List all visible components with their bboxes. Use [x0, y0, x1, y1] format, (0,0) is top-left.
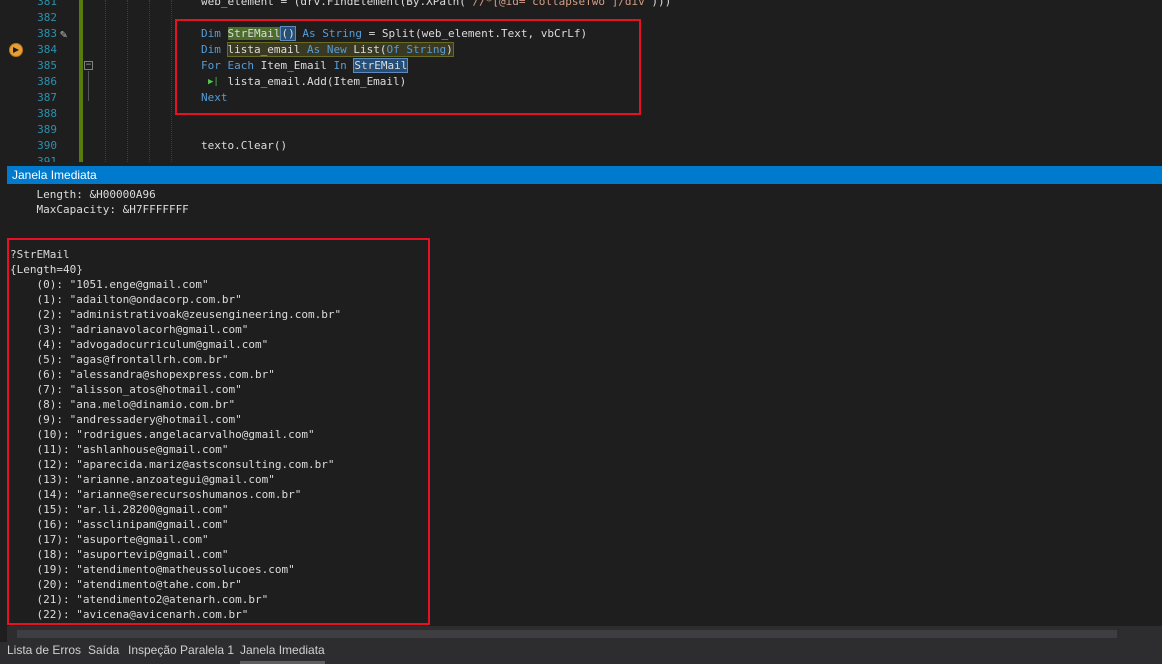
line-number: 388 [37, 107, 57, 120]
code-line: 389 [0, 122, 1162, 138]
scrollbar-thumb[interactable] [17, 630, 1117, 638]
tab-janela-imediata[interactable]: Janela Imediata [240, 642, 325, 664]
tab-saida[interactable]: Saída [88, 642, 119, 664]
code-line: 391 [0, 154, 1162, 162]
line-number: 391 [37, 155, 57, 162]
code-line: 390 texto.Clear() [0, 138, 1162, 154]
code-line: 381 web_element = (drv.FindElement(By.XP… [0, 0, 1162, 10]
annotation-highlight-box [7, 238, 430, 625]
immediate-window-title-bar[interactable]: Janela Imediata [7, 166, 1162, 184]
code-text[interactable]: texto.Clear() [201, 138, 287, 154]
quick-action-pen-icon[interactable]: ✎ [60, 27, 74, 41]
line-number: 385 [37, 59, 57, 72]
code-editor[interactable]: − 381 web_element = (drv.FindElement(By.… [0, 0, 1162, 162]
line-number: 383 [37, 27, 57, 40]
line-number: 386 [37, 75, 57, 88]
annotation-highlight-box [175, 19, 641, 115]
horizontal-scrollbar[interactable] [7, 626, 1162, 642]
line-number: 389 [37, 123, 57, 136]
line-number: 390 [37, 139, 57, 152]
tab-inspecao-paralela[interactable]: Inspeção Paralela 1 [128, 642, 234, 664]
line-number: 384 [37, 43, 57, 56]
line-number: 381 [37, 0, 57, 8]
current-statement-arrow-icon[interactable] [9, 43, 23, 57]
tab-lista-de-erros[interactable]: Lista de Erros [7, 642, 81, 664]
immediate-output-line: Length: &H00000A96 [10, 188, 156, 201]
line-number: 382 [37, 11, 57, 24]
immediate-output-line: MaxCapacity: &H7FFFFFFF [10, 203, 189, 216]
code-text[interactable]: web_element = (drv.FindElement(By.XPath(… [201, 0, 671, 10]
bottom-tab-bar: Lista de Erros Saída Inspeção Paralela 1… [0, 642, 1162, 664]
line-number: 387 [37, 91, 57, 104]
immediate-window-title: Janela Imediata [12, 168, 97, 182]
